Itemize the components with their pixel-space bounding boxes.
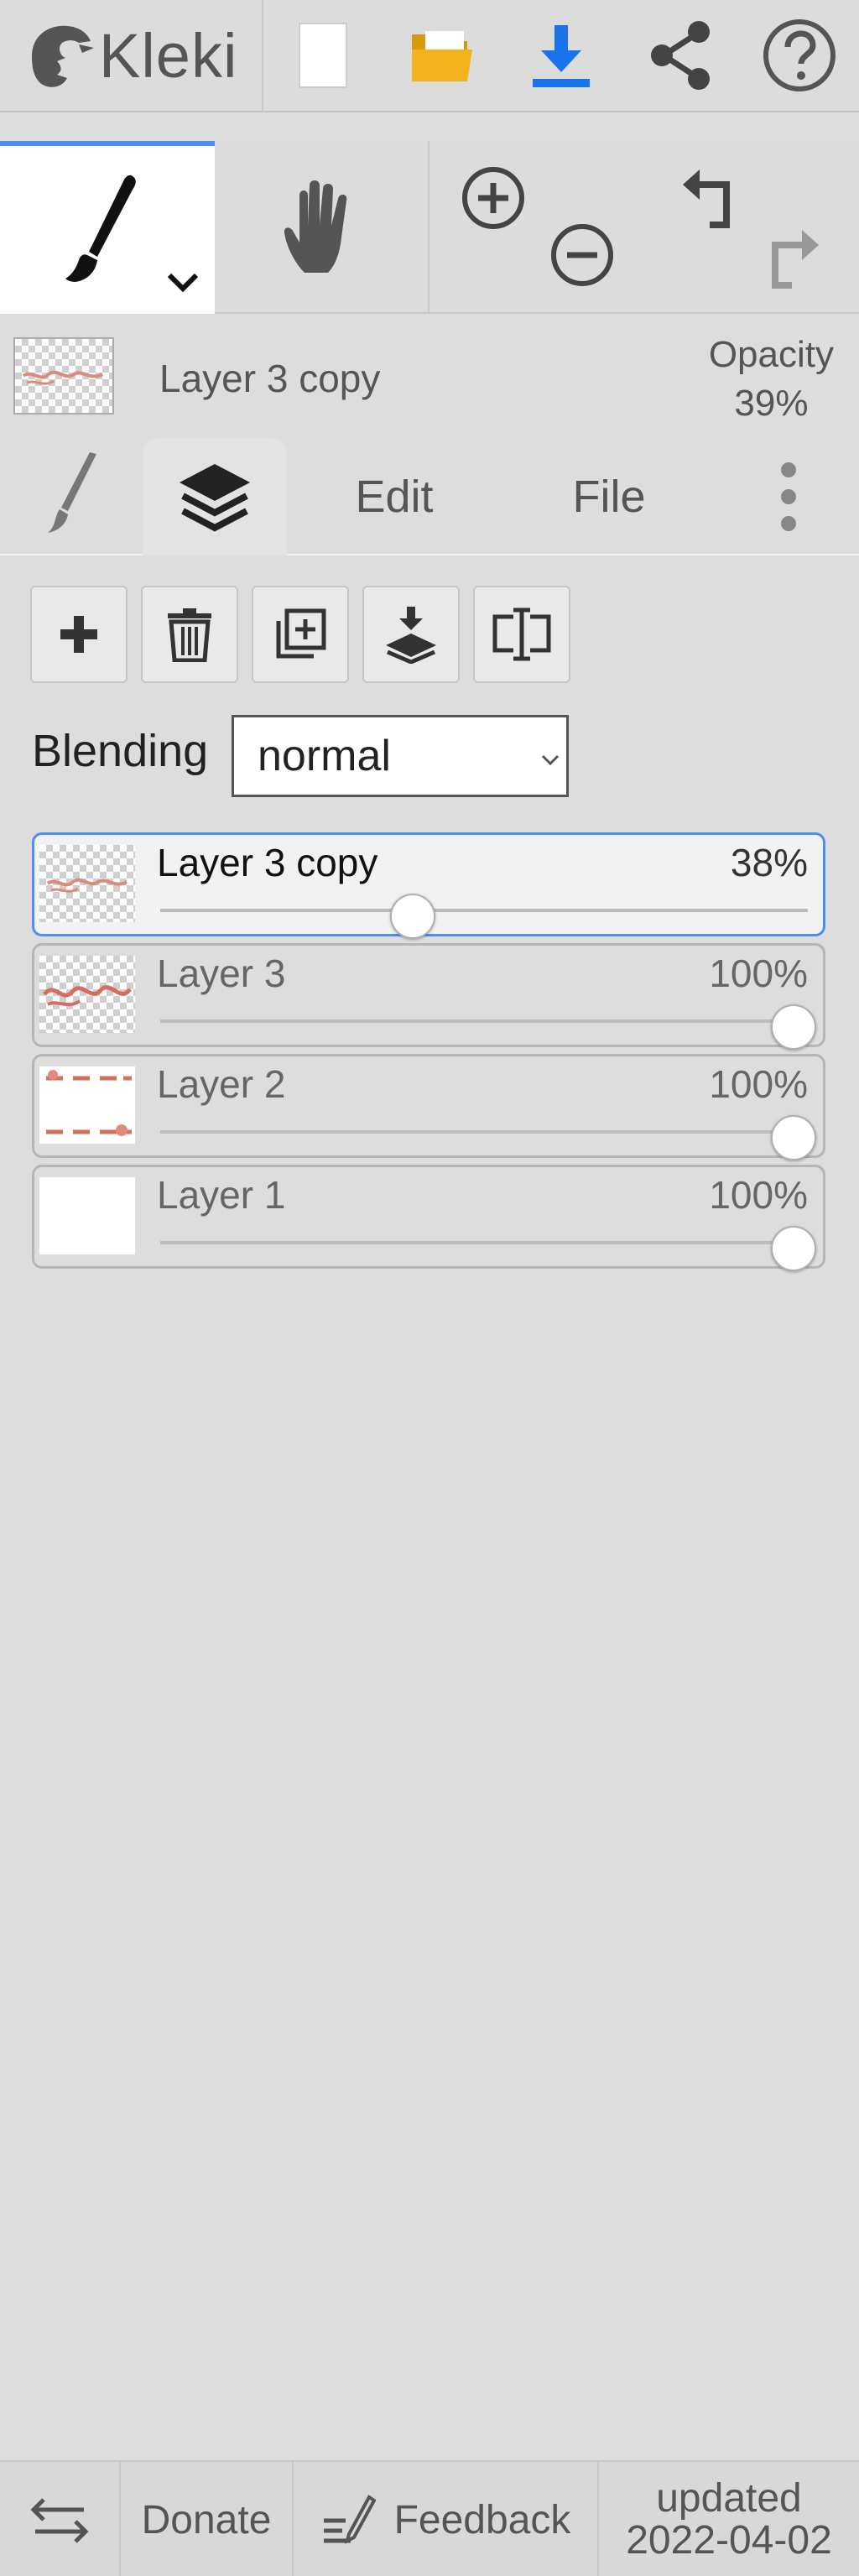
brush-icon — [65, 175, 136, 282]
layer-thumbnail — [39, 845, 135, 922]
layer-row-layer-2[interactable]: Layer 2 100% — [32, 1054, 825, 1160]
blending-label: Blending — [32, 726, 209, 776]
layer-row-layer-3-copy[interactable]: Layer 3 copy 38% — [32, 832, 825, 939]
delete-layer-button[interactable] — [141, 586, 238, 683]
layers-icon — [180, 464, 250, 532]
blending-select[interactable]: normal — [232, 715, 569, 797]
hand-tool-button[interactable] — [215, 141, 430, 314]
opacity-label: Opacity — [708, 334, 834, 375]
layer-opacity-track[interactable] — [160, 1241, 808, 1244]
share-icon — [651, 21, 710, 90]
duplicate-layer-button[interactable] — [252, 586, 349, 683]
download-icon — [533, 25, 590, 87]
logo-text: Kleki — [99, 20, 238, 91]
current-layer-info: Layer 3 copy Opacity 39% — [0, 315, 859, 438]
current-layer-name: Layer 3 copy — [159, 357, 381, 400]
layer-opacity: 100% — [709, 1062, 808, 1106]
layer-opacity-slider[interactable] — [771, 1115, 816, 1160]
donate-label: Donate — [141, 2497, 272, 2542]
layer-opacity-track[interactable] — [160, 909, 808, 912]
layer-opacity: 100% — [709, 952, 808, 995]
duplicate-layer-icon — [276, 608, 326, 659]
donate-button[interactable]: Donate — [121, 2462, 294, 2576]
layer-thumbnail — [39, 1066, 135, 1144]
new-image-icon — [299, 23, 347, 88]
redo-icon[interactable] — [758, 227, 825, 290]
add-layer-icon — [60, 616, 97, 653]
tab-file[interactable]: File — [502, 438, 716, 555]
feedback-label: Feedback — [393, 2497, 571, 2542]
hand-icon — [284, 180, 347, 273]
panel-tabs: Edit File — [0, 438, 859, 555]
zoom-in-icon[interactable] — [460, 164, 527, 232]
help-icon — [763, 19, 836, 91]
layer-name: Layer 1 — [157, 1173, 286, 1217]
open-folder-icon — [412, 31, 472, 81]
brush-icon — [48, 452, 96, 533]
zoom-out-icon[interactable] — [549, 222, 616, 289]
tab-more[interactable] — [738, 438, 839, 555]
more-icon — [781, 462, 796, 531]
layer-thumbnail — [39, 1177, 135, 1254]
current-layer-opacity: Opacity 39% — [709, 331, 834, 428]
feedback-button[interactable]: Feedback — [294, 2462, 599, 2576]
open-image-button[interactable] — [383, 0, 502, 112]
layer-name: Layer 2 — [157, 1062, 286, 1106]
top-toolbar: Kleki — [0, 0, 859, 112]
layer-opacity-track[interactable] — [160, 1130, 808, 1134]
layer-opacity-track[interactable] — [160, 1019, 808, 1023]
save-image-button[interactable] — [502, 0, 621, 112]
tool-row — [0, 141, 859, 314]
tab-edit[interactable]: Edit — [287, 438, 502, 555]
layer-opacity: 38% — [730, 841, 808, 884]
help-button[interactable] — [740, 0, 859, 112]
rename-layer-icon — [492, 607, 551, 661]
layer-opacity-slider[interactable] — [771, 1004, 816, 1050]
share-button[interactable] — [621, 0, 740, 112]
merge-down-icon — [386, 607, 436, 664]
blending-value: normal — [258, 732, 391, 780]
opacity-value: 39% — [734, 383, 809, 424]
layer-thumbnail — [39, 956, 135, 1033]
chevron-down-icon[interactable] — [166, 272, 200, 294]
current-layer-thumbnail — [13, 337, 114, 415]
layer-row-layer-3[interactable]: Layer 3 100% — [32, 943, 825, 1050]
delete-layer-icon — [168, 608, 211, 662]
undo-icon[interactable] — [676, 166, 743, 230]
tab-brush[interactable] — [0, 438, 143, 555]
tab-layers[interactable] — [143, 438, 287, 555]
rename-layer-button[interactable] — [473, 586, 570, 683]
footer-bar: Donate Feedback updated 2022-04-02 — [0, 2460, 859, 2576]
layer-opacity: 100% — [709, 1173, 808, 1217]
layers-panel: Blending normal Layer 3 copy 38% Layer 3… — [0, 555, 859, 2460]
layer-opacity-slider[interactable] — [771, 1226, 816, 1271]
updated-date: 2022-04-02 — [626, 2518, 832, 2563]
updated-label: updated — [656, 2476, 802, 2521]
kleki-logo[interactable]: Kleki — [0, 0, 263, 112]
new-image-button[interactable] — [263, 0, 383, 112]
layer-opacity-slider[interactable] — [390, 894, 436, 939]
chevron-down-icon — [541, 754, 560, 766]
tab-file-label: File — [572, 472, 646, 522]
tab-edit-label: Edit — [355, 472, 434, 522]
merge-down-button[interactable] — [362, 586, 460, 683]
layer-name: Layer 3 copy — [157, 841, 378, 884]
swap-layout-button[interactable] — [0, 2462, 121, 2576]
add-layer-button[interactable] — [30, 586, 128, 683]
update-info[interactable]: updated 2022-04-02 — [599, 2462, 859, 2576]
kleki-head-icon — [32, 25, 94, 87]
feedback-icon — [323, 2495, 376, 2544]
swap-icon — [30, 2498, 89, 2543]
layer-row-layer-1[interactable]: Layer 1 100% — [32, 1165, 825, 1271]
layer-name: Layer 3 — [157, 952, 286, 995]
brush-tool-button[interactable] — [0, 141, 215, 314]
